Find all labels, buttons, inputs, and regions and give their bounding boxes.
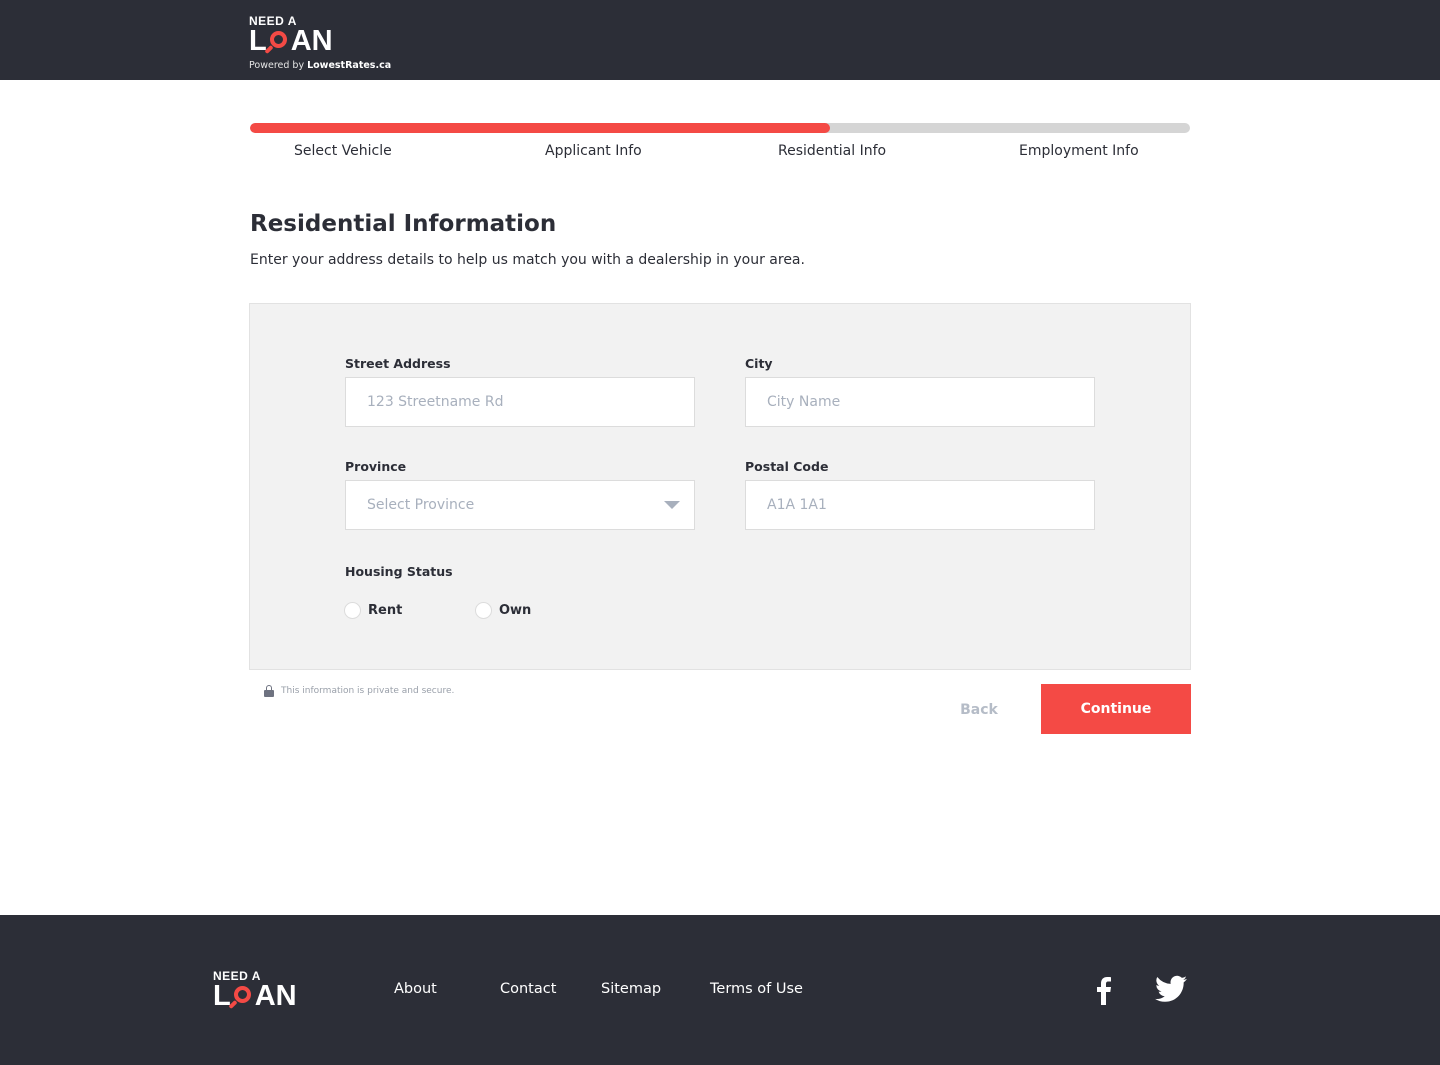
radio-own-label: Own bbox=[499, 603, 532, 618]
twitter-icon[interactable] bbox=[1155, 975, 1187, 1007]
radio-own-circle[interactable] bbox=[475, 602, 492, 619]
powered-by-prefix: Powered by bbox=[249, 60, 305, 71]
radio-rent[interactable]: Rent bbox=[344, 602, 402, 619]
step-applicant-info: Applicant Info bbox=[545, 143, 642, 159]
secure-note-text: This information is private and secure. bbox=[281, 686, 455, 696]
progress-fill bbox=[250, 123, 830, 133]
residential-form: Street Address City Province Select Prov… bbox=[249, 303, 1191, 670]
footer-logo[interactable]: NEED A L AN bbox=[213, 970, 297, 1012]
province-select-placeholder: Select Province bbox=[367, 497, 475, 513]
footer-logo-letters-an: AN bbox=[254, 980, 297, 1012]
footer-link-sitemap[interactable]: Sitemap bbox=[601, 981, 661, 997]
header-logo[interactable]: NEED A L AN Powered by LowestRates.ca bbox=[249, 15, 391, 71]
radio-own[interactable]: Own bbox=[475, 602, 531, 619]
progress-bar bbox=[250, 123, 1190, 133]
postal-code-label: Postal Code bbox=[745, 459, 829, 474]
province-select[interactable]: Select Province bbox=[345, 480, 695, 530]
city-input[interactable] bbox=[745, 377, 1095, 427]
secure-note: This information is private and secure. bbox=[264, 685, 454, 697]
housing-status-label: Housing Status bbox=[345, 564, 453, 579]
logo-letters-an: AN bbox=[290, 25, 333, 57]
facebook-icon[interactable] bbox=[1093, 975, 1113, 1009]
powered-by-brand: LowestRates.ca bbox=[307, 60, 392, 71]
site-footer: NEED A L AN About Contact Sitemap Terms … bbox=[0, 915, 1440, 1065]
step-residential-info: Residential Info bbox=[778, 143, 887, 159]
footer-logo-loan-text: L AN bbox=[213, 980, 297, 1012]
step-select-vehicle: Select Vehicle bbox=[294, 143, 392, 159]
page-title: Residential Information bbox=[250, 211, 557, 237]
street-address-input[interactable] bbox=[345, 377, 695, 427]
step-employment-info: Employment Info bbox=[1019, 143, 1139, 159]
logo-loan-text: L AN bbox=[249, 25, 391, 57]
postal-code-input[interactable] bbox=[745, 480, 1095, 530]
province-label: Province bbox=[345, 459, 407, 474]
chevron-down-icon bbox=[664, 501, 680, 509]
footer-link-contact[interactable]: Contact bbox=[500, 981, 556, 997]
city-label: City bbox=[745, 356, 773, 371]
footer-link-about[interactable]: About bbox=[394, 981, 437, 997]
continue-button[interactable]: Continue bbox=[1041, 684, 1191, 734]
magnifier-icon bbox=[228, 985, 254, 1010]
page-subtitle: Enter your address details to help us ma… bbox=[250, 252, 805, 268]
powered-by-text: Powered by LowestRates.ca bbox=[249, 60, 391, 71]
radio-rent-circle[interactable] bbox=[344, 602, 361, 619]
site-header: NEED A L AN Powered by LowestRates.ca bbox=[0, 0, 1440, 80]
street-address-label: Street Address bbox=[345, 356, 451, 371]
magnifier-icon bbox=[264, 30, 290, 55]
back-button[interactable]: Back bbox=[950, 698, 1008, 722]
lock-icon bbox=[264, 685, 274, 697]
radio-rent-label: Rent bbox=[368, 603, 403, 618]
footer-link-terms[interactable]: Terms of Use bbox=[710, 981, 803, 997]
